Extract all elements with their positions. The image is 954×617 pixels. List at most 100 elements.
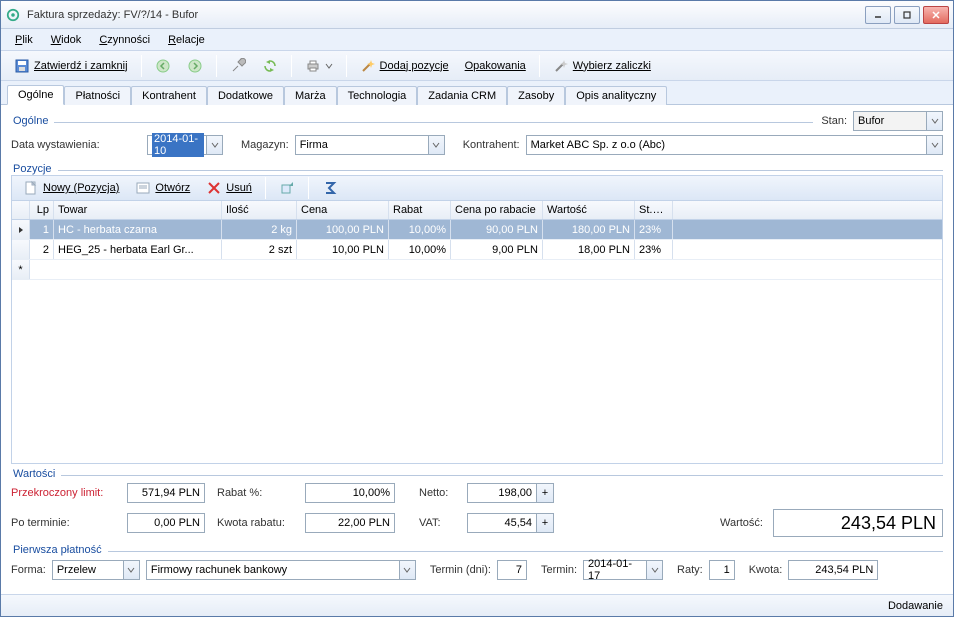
edit-item-button[interactable]: [272, 176, 302, 200]
chevron-down-icon: [428, 136, 444, 154]
vat-label: VAT:: [419, 517, 459, 529]
table-row[interactable]: 1HC - herbata czarna2 kg100,00 PLN10,00%…: [12, 220, 942, 240]
statusbar: Dodawanie: [1, 594, 953, 616]
menu-relacje[interactable]: Relacje: [160, 32, 213, 48]
printer-icon: [305, 58, 321, 74]
tab-zasoby[interactable]: Zasoby: [507, 86, 565, 105]
przekroczony-value: 571,94 PLN: [127, 483, 205, 503]
tab-dodatkowe[interactable]: Dodatkowe: [207, 86, 284, 105]
select-advances-button[interactable]: Wybierz zaliczki: [546, 54, 658, 78]
col-cena[interactable]: Cena: [297, 201, 389, 219]
kwota-rabatu-input[interactable]: 22,00 PLN: [305, 513, 395, 533]
new-item-button[interactable]: Nowy (Pozycja): [16, 176, 126, 200]
stan-select[interactable]: Bufor: [853, 111, 943, 131]
netto-plus-button[interactable]: +: [536, 483, 554, 503]
col-lp[interactable]: Lp: [30, 201, 54, 219]
tab-kontrahent[interactable]: Kontrahent: [131, 86, 207, 105]
menu-czynnosci[interactable]: Czynności: [91, 32, 158, 48]
maximize-button[interactable]: [894, 6, 920, 24]
wartosc-label: Wartość:: [720, 517, 763, 529]
add-items-button[interactable]: Dodaj pozycje: [353, 54, 456, 78]
tabs: Ogólne Płatności Kontrahent Dodatkowe Ma…: [1, 81, 953, 105]
netto-label: Netto:: [419, 487, 459, 499]
row-indicator: [12, 220, 30, 239]
row-indicator: [12, 240, 30, 259]
print-button[interactable]: [298, 54, 340, 78]
forma-select[interactable]: Przelew: [52, 560, 140, 580]
row-indicator: *: [12, 260, 30, 279]
new-row[interactable]: *: [12, 260, 942, 280]
tab-ogolne[interactable]: Ogólne: [7, 85, 64, 105]
chevron-down-icon: [646, 561, 662, 579]
tools-button[interactable]: [223, 54, 253, 78]
menu-widok[interactable]: Widok: [43, 32, 90, 48]
refresh-button[interactable]: [255, 54, 285, 78]
disk-icon: [14, 58, 30, 74]
po-terminie-value: 0,00 PLN: [127, 513, 205, 533]
app-icon: [5, 7, 21, 23]
tab-platnosci[interactable]: Płatności: [64, 86, 131, 105]
legend-wartosci: Wartości: [11, 468, 57, 480]
termin-label: Termin:: [541, 564, 577, 576]
data-wystawienia-label: Data wystawienia:: [11, 139, 141, 151]
page-icon: [23, 180, 39, 196]
form-icon: [135, 180, 151, 196]
tab-zadania-crm[interactable]: Zadania CRM: [417, 86, 507, 105]
vat-value: 45,54: [467, 513, 537, 533]
legend-pozycje: Pozycje: [11, 163, 54, 175]
save-close-button[interactable]: Zatwierdź i zamknij: [7, 54, 135, 78]
stan-label: Stan:: [821, 115, 847, 127]
minimize-button[interactable]: [865, 6, 891, 24]
kwota-label: Kwota:: [749, 564, 783, 576]
status-text: Dodawanie: [888, 600, 943, 612]
data-wystawienia-input[interactable]: 2014-01-10: [147, 135, 223, 155]
magic-wand-icon: [360, 58, 376, 74]
grid-header: Lp Towar Ilość Cena Rabat Cena po rabaci…: [12, 201, 942, 220]
tab-marza[interactable]: Marża: [284, 86, 337, 105]
window-title: Faktura sprzedaży: FV/?/14 - Bufor: [27, 9, 865, 21]
vat-plus-button[interactable]: +: [536, 513, 554, 533]
legend-platnosc: Pierwsza płatność: [11, 544, 104, 556]
przekroczony-label: Przekroczony limit:: [11, 487, 119, 499]
termin-dni-input[interactable]: 7: [497, 560, 527, 580]
open-item-button[interactable]: Otwórz: [128, 176, 197, 200]
chevron-down-icon: [399, 561, 415, 579]
col-ilosc[interactable]: Ilość: [222, 201, 297, 219]
sigma-icon: [322, 180, 338, 196]
nav-fwd-button[interactable]: [180, 54, 210, 78]
col-rabat[interactable]: Rabat: [389, 201, 451, 219]
kwota-input[interactable]: 243,54 PLN: [788, 560, 878, 580]
sum-button[interactable]: [315, 176, 345, 200]
col-cenapo[interactable]: Cena po rabacie: [451, 201, 543, 219]
kwota-rabatu-label: Kwota rabatu:: [217, 517, 297, 529]
col-wartosc[interactable]: Wartość: [543, 201, 635, 219]
menu-plik[interactable]: Plik: [7, 32, 41, 48]
raty-input[interactable]: 1: [709, 560, 735, 580]
nav-back-button[interactable]: [148, 54, 178, 78]
termin-input[interactable]: 2014-01-17: [583, 560, 663, 580]
recycle-icon: [262, 58, 278, 74]
table-row[interactable]: 2HEG_25 - herbata Earl Gr...2 szt10,00 P…: [12, 240, 942, 260]
menubar: Plik Widok Czynności Relacje: [1, 29, 953, 51]
delete-item-button[interactable]: Usuń: [199, 176, 259, 200]
items-grid: Lp Towar Ilość Cena Rabat Cena po rabaci…: [11, 201, 943, 464]
magazyn-label: Magazyn:: [241, 139, 289, 151]
delete-icon: [206, 180, 222, 196]
legend-ogolne: Ogólne: [11, 115, 50, 127]
wartosc-value: 243,54 PLN: [773, 509, 943, 537]
close-button[interactable]: [923, 6, 949, 24]
col-towar[interactable]: Towar: [54, 201, 222, 219]
raty-label: Raty:: [677, 564, 703, 576]
items-toolbar: Nowy (Pozycja) Otwórz Usuń: [11, 175, 943, 201]
packaging-button[interactable]: Opakowania: [458, 56, 533, 76]
tab-technologia[interactable]: Technologia: [337, 86, 418, 105]
termin-dni-label: Termin (dni):: [430, 564, 491, 576]
tab-opis-analityczny[interactable]: Opis analityczny: [565, 86, 667, 105]
chevron-down-icon: [123, 561, 139, 579]
rachunek-select[interactable]: Firmowy rachunek bankowy: [146, 560, 416, 580]
magazyn-select[interactable]: Firma: [295, 135, 445, 155]
kontrahent-select[interactable]: Market ABC Sp. z o.o (Abc): [526, 135, 943, 155]
chevron-down-icon: [926, 112, 942, 130]
col-stvat[interactable]: St.VAT: [635, 201, 673, 219]
rabatpct-input[interactable]: 10,00%: [305, 483, 395, 503]
